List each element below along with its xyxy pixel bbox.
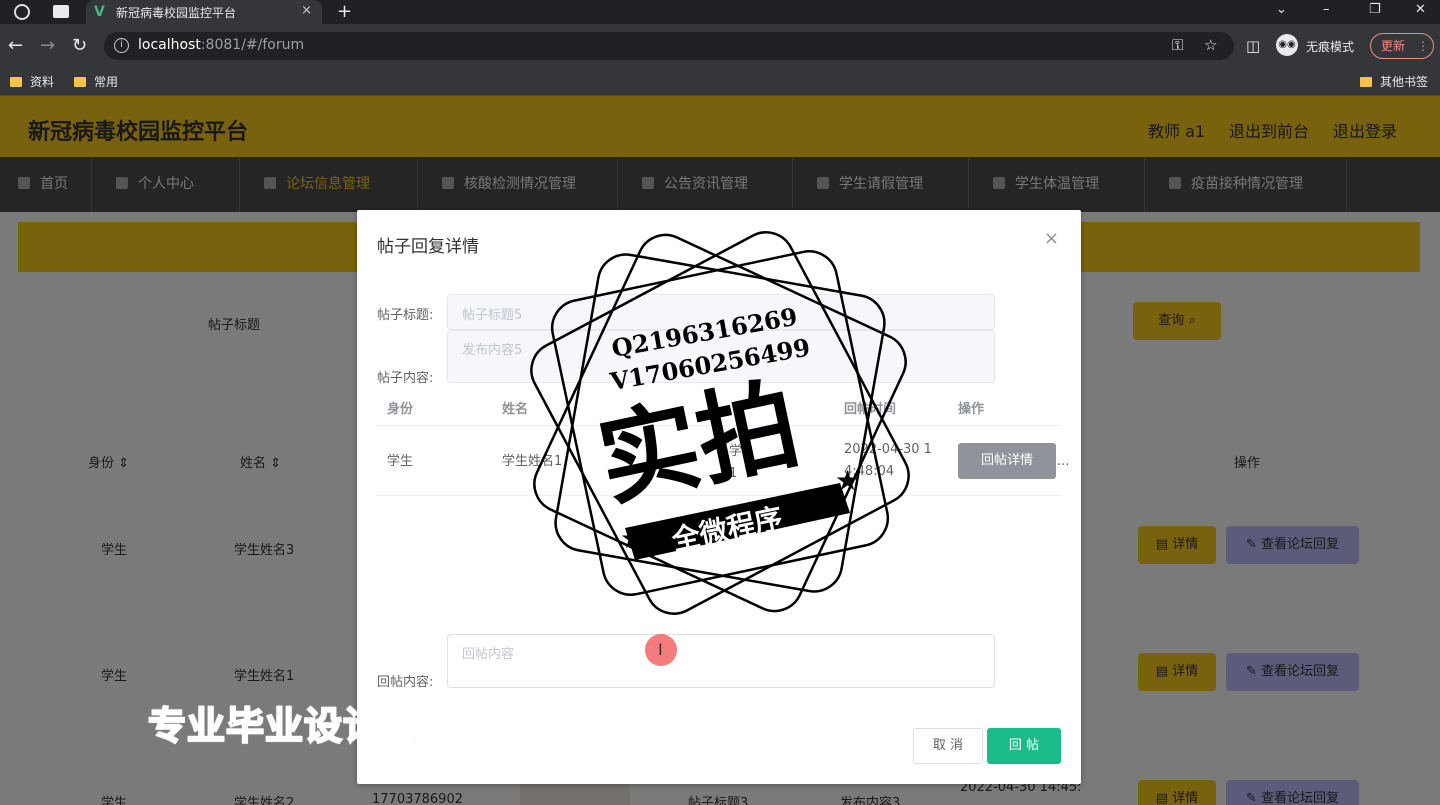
browser-tab-active[interactable]: V 新冠病毒校园监控平台 × bbox=[86, 0, 322, 24]
bookmarks-bar: 资料 常用 其他书签 bbox=[0, 68, 1440, 96]
submit-reply-button[interactable]: 回 帖 bbox=[987, 728, 1061, 764]
close-icon[interactable]: × bbox=[1044, 228, 1059, 249]
restore-icon[interactable]: ❐ bbox=[1369, 2, 1381, 17]
post-title-label: 帖子标题: bbox=[377, 308, 434, 323]
minimize-icon[interactable]: – bbox=[1323, 2, 1330, 17]
folder-icon bbox=[1360, 77, 1372, 87]
url-text[interactable]: localhost:8081/#/forum bbox=[138, 37, 304, 53]
reply-th-role: 身份 bbox=[387, 402, 414, 417]
star-icon[interactable]: ☆ bbox=[1204, 36, 1217, 54]
browser-tab-bar: V 新冠病毒校园监控平台 × + ⌄ – ❐ ✕ bbox=[0, 0, 1440, 24]
other-bookmarks[interactable]: 其他书签 bbox=[1360, 73, 1428, 90]
incognito-label: 无痕模式 bbox=[1306, 40, 1355, 54]
close-window-icon[interactable]: ✕ bbox=[1415, 2, 1426, 17]
watermark-stamp: Q2196316269 V17060256499 实拍 全微程序 ★ ★ bbox=[530, 231, 910, 615]
reply-content-label: 回帖内容: bbox=[377, 675, 434, 690]
post-content-label: 帖子内容: bbox=[377, 371, 434, 386]
sidebar-icon[interactable]: ◫ bbox=[1246, 37, 1260, 55]
bookmark-folder-1[interactable]: 常用 bbox=[74, 73, 118, 90]
reply-content-textarea[interactable]: 回帖内容 bbox=[447, 634, 995, 688]
forward-arrow-icon[interactable]: → bbox=[40, 35, 55, 56]
chevron-down-icon[interactable]: ⌄ bbox=[1276, 2, 1287, 17]
url-bar[interactable]: i localhost:8081/#/forum ⚿ ☆ bbox=[104, 32, 1234, 60]
text-cursor-icon: I bbox=[658, 640, 663, 659]
reload-icon[interactable]: ↻ bbox=[72, 35, 87, 56]
folder-icon bbox=[74, 77, 86, 87]
key-icon[interactable]: ⚿ bbox=[1172, 36, 1183, 54]
reply-detail-button[interactable]: 回帖详情 bbox=[958, 443, 1056, 479]
update-button[interactable]: 更新 ⋮ bbox=[1370, 33, 1434, 59]
star-icon: ★ bbox=[835, 464, 860, 497]
star-icon: ★ bbox=[620, 522, 645, 555]
reply-cell-role: 学生 bbox=[387, 454, 414, 469]
vue-logo-icon: V bbox=[94, 4, 105, 20]
cancel-button[interactable]: 取 消 bbox=[913, 728, 983, 764]
overflow-ellipsis: ... bbox=[1057, 454, 1070, 469]
back-arrow-icon[interactable]: ← bbox=[8, 35, 23, 56]
watermark-bottom-text: 专业毕业设计代做 bbox=[147, 703, 461, 749]
bookmark-folder-0[interactable]: 资料 bbox=[10, 73, 54, 90]
info-icon[interactable]: i bbox=[114, 38, 129, 53]
tab-title: 新冠病毒校园监控平台 bbox=[116, 6, 237, 20]
folder-icon bbox=[10, 77, 22, 87]
browser-address-bar: ← → ↻ i localhost:8081/#/forum ⚿ ☆ ◫ ◉◉ … bbox=[0, 24, 1440, 68]
reply-th-action: 操作 bbox=[958, 402, 985, 417]
globe-icon[interactable] bbox=[14, 4, 30, 20]
close-tab-icon[interactable]: × bbox=[301, 3, 312, 18]
dialog-title: 帖子回复详情 bbox=[377, 237, 479, 257]
window-icon[interactable] bbox=[53, 5, 69, 18]
incognito-icon[interactable]: ◉◉ bbox=[1276, 34, 1298, 56]
new-tab-button[interactable]: + bbox=[337, 1, 352, 22]
